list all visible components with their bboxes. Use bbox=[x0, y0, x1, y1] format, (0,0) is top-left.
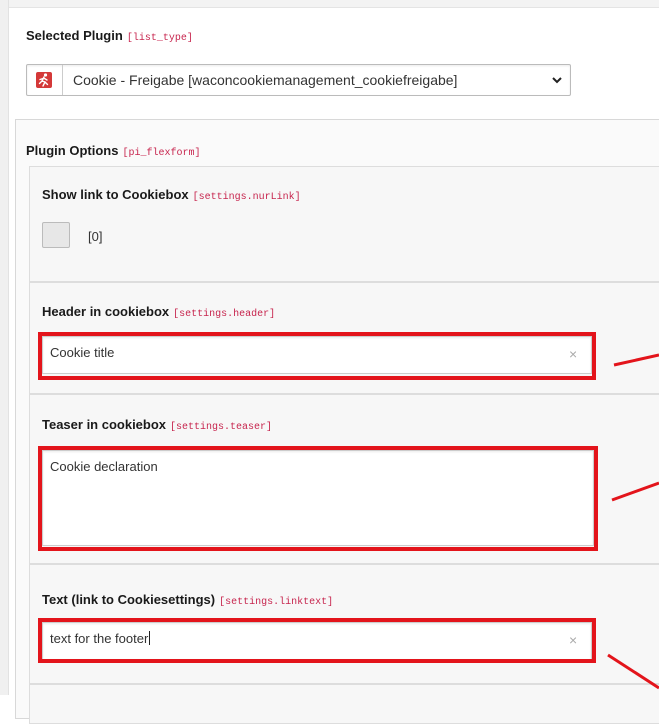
header-arrow bbox=[613, 353, 659, 367]
annotation-arrows bbox=[607, 353, 659, 690]
teaser-arrow bbox=[611, 481, 659, 502]
linktext-arrow bbox=[607, 653, 659, 690]
